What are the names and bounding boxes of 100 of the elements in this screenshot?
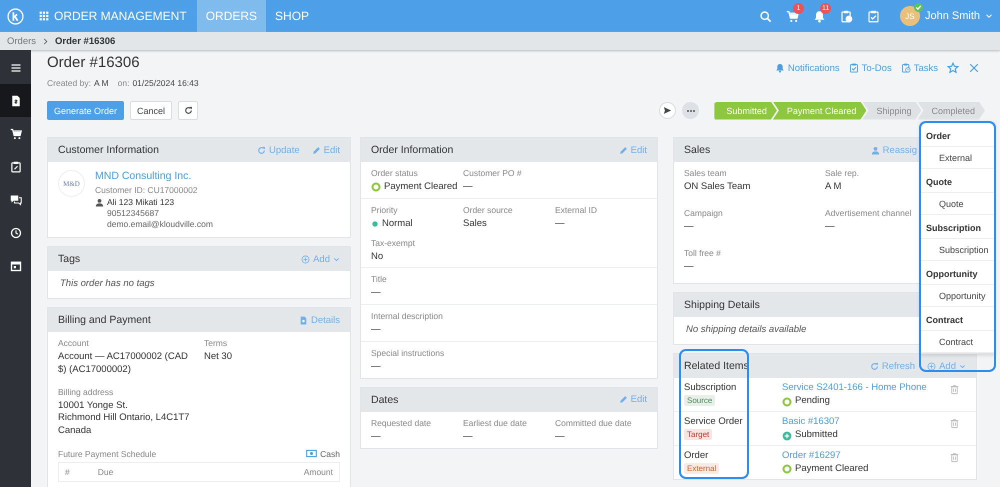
cart-icon[interactable] — [786, 10, 799, 22]
field-value: Account — AC17000002 (CAD $) (AC17000002) — [58, 351, 189, 377]
header-link[interactable]: Notifications — [774, 62, 840, 74]
tag: Source — [684, 395, 716, 406]
field-label: Title — [371, 274, 388, 284]
caret-down-icon — [333, 256, 340, 262]
menu-item[interactable]: External — [921, 147, 994, 169]
menu-item[interactable]: Subscription — [921, 239, 994, 261]
card-action-link[interactable]: Edit — [312, 144, 340, 156]
sidebar-item[interactable] — [0, 84, 31, 117]
progress-step: Shipping — [862, 102, 922, 120]
close-button[interactable] — [968, 62, 980, 74]
user-name: John Smith — [924, 10, 980, 22]
field-label: Priority — [371, 204, 398, 215]
header-link[interactable]: To-Dos — [848, 62, 892, 74]
field-label: Account — [58, 338, 90, 348]
field-label: Internal description — [371, 311, 444, 322]
field-label: Special instructions — [371, 348, 446, 358]
column-header: Amount — [304, 467, 333, 478]
clipboard-icon — [10, 160, 22, 172]
send-icon — [663, 106, 672, 115]
card-action-link[interactable]: Refresh — [870, 360, 916, 372]
field-value: A M — [825, 181, 842, 194]
favorite-button[interactable] — [947, 62, 959, 74]
nav-tab[interactable]: ORDERS — [196, 0, 266, 32]
send-button[interactable] — [659, 102, 676, 119]
app-menu[interactable]: ORDER MANAGEMENT — [31, 0, 197, 32]
field-value: No — [371, 250, 384, 264]
menu-item[interactable]: Quote — [921, 193, 994, 215]
status-text: Payment Cleared — [795, 463, 868, 476]
header-link[interactable]: Tasks — [900, 62, 938, 74]
field-label: Toll free # — [684, 248, 722, 258]
menu-item[interactable]: Opportunity — [921, 285, 994, 307]
refresh-icon — [870, 362, 879, 371]
trash-icon — [949, 418, 960, 430]
refresh-icon — [184, 106, 193, 115]
field-value: — — [684, 260, 694, 274]
status-text: Submitted — [795, 429, 838, 442]
contact-name: Ali 123 Mikati 123 — [107, 197, 174, 207]
progress-step: Completed — [917, 102, 985, 120]
bell-icon[interactable] — [812, 10, 826, 22]
card-action-link[interactable]: Add — [301, 254, 340, 264]
field-value: — — [555, 430, 564, 444]
created-by-label: Created by: — [47, 78, 91, 88]
field-value: — — [371, 287, 380, 300]
contact-email: demo.email@kloudville.com — [107, 219, 213, 229]
field-value: — — [371, 324, 380, 338]
cash-link[interactable]: Cash — [306, 448, 340, 460]
item-type: Service Order — [684, 416, 744, 428]
card-action-link[interactable]: Details — [298, 314, 340, 326]
progress-step: Submitted — [714, 102, 777, 120]
grid-icon — [39, 11, 49, 21]
field-label: Committed due date — [555, 418, 633, 428]
card-action-link[interactable]: Edit — [618, 144, 647, 156]
field-label: Order status — [371, 168, 419, 178]
generate-order-button[interactable]: Generate Order — [47, 101, 124, 120]
cart-icon — [10, 128, 22, 140]
card-action-link[interactable]: Reassig — [870, 144, 917, 156]
card-title: Order Information — [371, 144, 454, 156]
breadcrumb-link[interactable]: Orders — [7, 36, 36, 46]
schedule-label: Future Payment Schedule — [58, 448, 156, 459]
tag: External — [684, 463, 720, 474]
nav-tab[interactable]: SHOP — [266, 0, 318, 32]
customer-id: Customer ID: CU17000002 — [95, 185, 199, 195]
card-action-link[interactable]: Add — [927, 360, 966, 372]
trash-icon — [949, 452, 960, 464]
card-title: Shipping Details — [684, 299, 760, 312]
related-item-link[interactable]: Service S2401-166 - Home Phone — [782, 382, 949, 394]
created-on-label: on: — [118, 78, 130, 88]
menu-item[interactable]: Contract — [921, 331, 994, 353]
field-value: — — [371, 430, 380, 444]
pencil-icon — [618, 146, 628, 154]
caret-down-icon — [959, 362, 966, 370]
cancel-button[interactable]: Cancel — [130, 101, 172, 120]
search-icon[interactable] — [758, 10, 772, 22]
field-label: Customer PO # — [463, 168, 523, 178]
user-icon — [870, 146, 880, 154]
card-action-link[interactable]: Edit — [618, 394, 647, 406]
field-value: ON Sales Team — [684, 181, 750, 194]
empty-message: No shipping details available — [686, 324, 806, 336]
related-item-link[interactable]: Basic #16307 — [782, 416, 949, 428]
user-menu[interactable]: JS John Smith — [900, 6, 993, 26]
menu-group-title: Quote — [921, 169, 994, 193]
field-value: Payment Cleared — [384, 181, 458, 194]
empty-message: This order has no tags — [60, 278, 155, 289]
customer-name-link[interactable]: MND Consulting Inc. — [95, 170, 213, 182]
created-on-value: 01/25/2024 16:43 — [132, 78, 199, 88]
field-label: Terms — [204, 338, 228, 348]
clipboard-check-icon — [848, 63, 859, 73]
refresh-button[interactable] — [178, 101, 198, 120]
card-action-link[interactable]: Update — [256, 144, 300, 156]
clipboard-check-icon[interactable] — [866, 10, 880, 22]
card-title: Dates — [371, 394, 398, 406]
menu-group-title: Opportunity — [921, 261, 994, 285]
menu-icon — [10, 62, 22, 74]
user-icon — [95, 198, 104, 206]
related-item-link[interactable]: Order #16297 — [782, 450, 949, 462]
clipboard-clock-icon[interactable] — [840, 10, 853, 22]
field-value: — — [825, 220, 834, 234]
more-button[interactable] — [682, 102, 700, 119]
